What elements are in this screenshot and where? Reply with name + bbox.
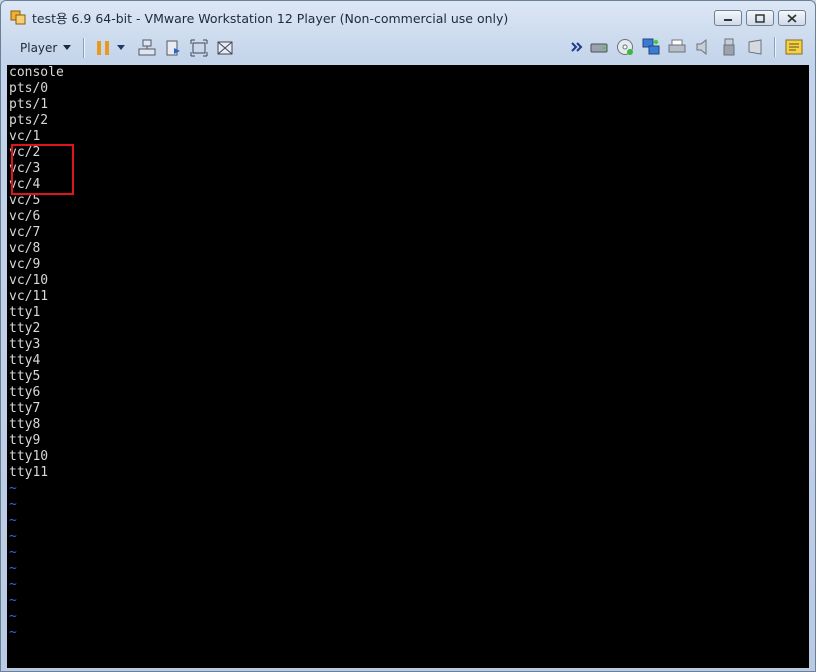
terminal-line: vc/6	[9, 209, 41, 224]
maximize-button[interactable]	[746, 10, 774, 26]
toolbar-separator	[774, 37, 775, 57]
vi-empty-line-tilde: ~	[9, 593, 17, 608]
terminal-line: tty4	[9, 353, 41, 368]
message-log-icon	[785, 39, 803, 55]
full-screen-button[interactable]	[188, 37, 210, 59]
cd-icon	[617, 39, 633, 55]
terminal-line: pts/0	[9, 81, 49, 96]
display-device[interactable]	[744, 36, 766, 58]
vi-empty-line-tilde: ~	[9, 625, 17, 640]
terminal-line: tty10	[9, 449, 49, 464]
chevron-down-icon	[63, 45, 72, 50]
title-bar[interactable]: test용 6.9 64-bit - VMware Workstation 12…	[1, 1, 815, 33]
terminal-line: vc/9	[9, 257, 41, 272]
hard-disk-icon	[590, 43, 608, 53]
terminal-line: vc/11	[9, 289, 49, 304]
device-icon	[166, 40, 181, 55]
minimize-icon	[724, 19, 732, 21]
chevron-down-icon	[117, 45, 126, 50]
minimize-button[interactable]	[714, 10, 742, 26]
terminal-line: tty6	[9, 385, 41, 400]
vi-empty-line-tilde: ~	[9, 577, 17, 592]
vm-console-screen[interactable]: console pts/0 pts/1 pts/2 vc/1 vc/2 vc/3 vc/4 vc…	[7, 65, 809, 668]
sound-card-device[interactable]	[692, 36, 714, 58]
pause-button[interactable]	[92, 37, 114, 59]
vi-empty-line-tilde: ~	[9, 529, 17, 544]
terminal-line: pts/2	[9, 113, 49, 128]
power-options-dropdown[interactable]	[116, 37, 126, 59]
pause-icon	[97, 40, 110, 55]
vi-empty-line-tilde: ~	[9, 609, 17, 624]
terminal-output: console pts/0 pts/1 pts/2 vc/1 vc/2 vc/3 vc/4 vc…	[9, 65, 64, 641]
usb-icon	[723, 38, 735, 56]
terminal-line: vc/8	[9, 241, 41, 256]
player-menu-button[interactable]: Player	[14, 37, 77, 59]
network-keyboard-icon	[138, 39, 156, 55]
network-icon	[642, 38, 660, 55]
maximize-icon	[755, 13, 765, 23]
terminal-line: tty11	[9, 465, 49, 480]
send-ctrl-alt-del-button[interactable]	[136, 37, 158, 59]
terminal-line: vc/7	[9, 225, 41, 240]
terminal-line: vc/5	[9, 193, 41, 208]
message-log-button[interactable]	[783, 36, 805, 58]
vi-empty-line-tilde: ~	[9, 513, 17, 528]
vmware-player-window: test용 6.9 64-bit - VMware Workstation 12…	[0, 0, 816, 672]
hard-disk-device[interactable]	[588, 36, 610, 58]
vi-empty-line-tilde: ~	[9, 545, 17, 560]
terminal-line: pts/1	[9, 97, 49, 112]
more-devices-button[interactable]	[570, 36, 584, 58]
terminal-line: tty3	[9, 337, 41, 352]
removable-devices-button[interactable]	[162, 37, 184, 59]
terminal-line: vc/2	[9, 145, 41, 160]
speaker-icon	[696, 38, 707, 56]
terminal-line: vc/3	[9, 161, 41, 176]
close-icon	[787, 13, 797, 23]
usb-device[interactable]	[718, 36, 740, 58]
terminal-line: vc/4	[9, 177, 41, 192]
terminal-line: tty7	[9, 401, 41, 416]
toolbar-separator	[83, 37, 85, 58]
terminal-line: console	[9, 65, 64, 80]
printer-icon	[668, 39, 686, 53]
vi-empty-line-tilde: ~	[9, 481, 17, 496]
terminal-line: tty9	[9, 433, 41, 448]
vi-empty-line-tilde: ~	[9, 561, 17, 576]
terminal-line: tty2	[9, 321, 41, 336]
terminal-line: vc/10	[9, 273, 49, 288]
unity-mode-button[interactable]	[214, 37, 236, 59]
terminal-line: tty1	[9, 305, 41, 320]
terminal-line: tty5	[9, 369, 41, 384]
network-adapter-device[interactable]	[640, 36, 662, 58]
terminal-line: vc/1	[9, 129, 41, 144]
unity-icon	[217, 41, 233, 54]
toolbar: Player	[1, 33, 815, 62]
close-button[interactable]	[778, 10, 806, 26]
double-chevron-right-icon	[571, 42, 583, 52]
player-menu-label: Player	[20, 40, 58, 55]
printer-device[interactable]	[666, 36, 688, 58]
vi-empty-line-tilde: ~	[9, 497, 17, 512]
display-icon	[748, 39, 762, 55]
vmware-app-icon[interactable]	[10, 9, 26, 25]
cd-dvd-device[interactable]	[614, 36, 636, 58]
terminal-line: tty8	[9, 417, 41, 432]
window-title: test용 6.9 64-bit - VMware Workstation 12…	[32, 10, 509, 26]
fullscreen-icon	[190, 39, 208, 56]
